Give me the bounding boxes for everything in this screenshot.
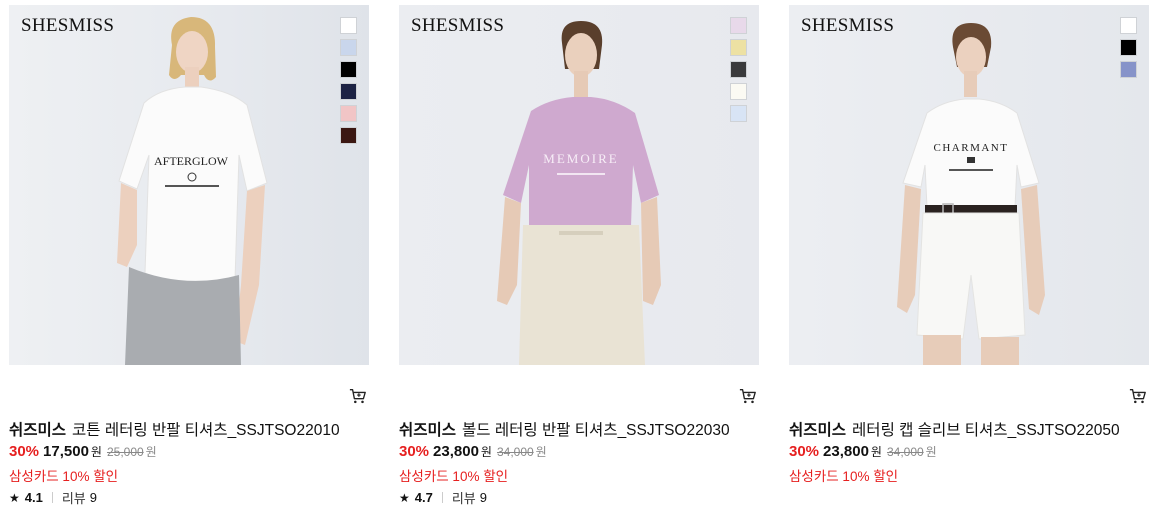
color-swatches [340, 17, 357, 144]
card-promo: 삼성카드 10% 할인 [789, 469, 899, 484]
product-brand: 쉬즈미스 [789, 422, 847, 439]
color-swatch-charcoal[interactable] [730, 61, 747, 78]
shirt-print-text: AFTERGLOW [154, 154, 229, 168]
rating-row: ★ 4.7 리뷰 9 [399, 488, 487, 507]
cart-icon[interactable] [349, 387, 367, 405]
product-card[interactable]: AFTERGLOW SHESMISS 쉬즈미스 코튼 레터링 반팔 티셔츠_SSJ… [9, 5, 369, 506]
original-price: 25,000 [106, 445, 144, 459]
product-title[interactable]: 쉬즈미스 볼드 레터링 반팔 티셔츠_SSJTSO22030 [399, 418, 730, 440]
discount-rate: 30% [9, 443, 40, 460]
card-promo: 삼성카드 10% 할인 [9, 469, 119, 484]
divider [441, 492, 443, 503]
sale-price: 23,800 [433, 443, 479, 460]
discount-rate: 30% [399, 443, 430, 460]
price-row: 30% 17,500 원 25,000 원 [9, 443, 157, 460]
rating-score: 4.7 [414, 490, 433, 505]
divider [51, 492, 53, 503]
color-swatch-navy[interactable] [340, 83, 357, 100]
color-swatch-black[interactable] [1120, 39, 1137, 56]
product-card[interactable]: CHARMANT SHESMISS 쉬즈미스 레터링 캡 슬리브 티셔츠_SSJT… [789, 5, 1149, 484]
review-label: 리뷰 [451, 491, 476, 506]
product-title[interactable]: 쉬즈미스 코튼 레터링 반팔 티셔츠_SSJTSO22010 [9, 418, 340, 440]
product-image[interactable]: MEMOIRE SHESMISS [399, 5, 759, 365]
card-promo: 삼성카드 10% 할인 [399, 469, 509, 484]
brand-logo: SHESMISS [21, 15, 115, 36]
color-swatches [1120, 17, 1137, 78]
product-name: 볼드 레터링 반팔 티셔츠_SSJTSO22030 [462, 422, 730, 439]
product-image[interactable]: AFTERGLOW SHESMISS [9, 5, 369, 365]
product-name: 레터링 캡 슬리브 티셔츠_SSJTSO22050 [852, 422, 1120, 439]
brand-logo: SHESMISS [801, 15, 895, 36]
product-brand: 쉬즈미스 [9, 422, 67, 439]
color-swatch-white[interactable] [340, 17, 357, 34]
color-swatch-yellow[interactable] [730, 39, 747, 56]
rating-row: ★ 4.1 리뷰 9 [9, 488, 97, 507]
original-price: 34,000 [496, 445, 534, 459]
color-swatch-lavender[interactable] [730, 17, 747, 34]
color-swatch-white[interactable] [1120, 17, 1137, 34]
color-swatch-brown[interactable] [340, 127, 357, 144]
color-swatch-periwinkle[interactable] [1120, 61, 1137, 78]
model-figure: AFTERGLOW [117, 17, 268, 365]
sale-price: 23,800 [823, 443, 869, 460]
cart-icon[interactable] [1129, 387, 1147, 405]
currency-unit: 원 [90, 445, 102, 459]
color-swatch-light-blue[interactable] [340, 39, 357, 56]
price-row: 30% 23,800 원 34,000 원 [399, 443, 547, 460]
discount-rate: 30% [789, 443, 820, 460]
product-title[interactable]: 쉬즈미스 레터링 캡 슬리브 티셔츠_SSJTSO22050 [789, 418, 1120, 440]
shirt-print-text: CHARMANT [934, 142, 1009, 154]
star-icon: ★ [9, 490, 20, 505]
product-name: 코튼 레터링 반팔 티셔츠_SSJTSO22010 [72, 422, 340, 439]
rating-score: 4.1 [24, 490, 43, 505]
review-count: 9 [479, 490, 487, 505]
color-swatch-light-blue[interactable] [730, 105, 747, 122]
currency-unit: 원 [870, 445, 882, 459]
original-price: 34,000 [886, 445, 924, 459]
price-row: 30% 23,800 원 34,000 원 [789, 443, 937, 460]
color-swatch-black[interactable] [340, 61, 357, 78]
review-label: 리뷰 [61, 491, 86, 506]
currency-unit: 원 [480, 445, 492, 459]
brand-logo: SHESMISS [411, 15, 505, 36]
cart-icon[interactable] [739, 387, 757, 405]
product-card[interactable]: MEMOIRE SHESMISS 쉬즈미스 볼드 레터링 반팔 티셔츠_SSJTS… [399, 5, 759, 506]
shirt-print-text: MEMOIRE [543, 151, 618, 166]
sale-price: 17,500 [43, 443, 89, 460]
model-figure: MEMOIRE [497, 21, 661, 365]
original-currency-unit: 원 [145, 445, 157, 459]
star-icon: ★ [399, 490, 410, 505]
color-swatches [730, 17, 747, 122]
review-count: 9 [89, 490, 97, 505]
color-swatch-ivory[interactable] [730, 83, 747, 100]
product-image[interactable]: CHARMANT SHESMISS [789, 5, 1149, 365]
original-currency-unit: 원 [535, 445, 547, 459]
original-currency-unit: 원 [925, 445, 937, 459]
product-brand: 쉬즈미스 [399, 422, 457, 439]
model-figure: CHARMANT [897, 23, 1045, 365]
color-swatch-pink[interactable] [340, 105, 357, 122]
